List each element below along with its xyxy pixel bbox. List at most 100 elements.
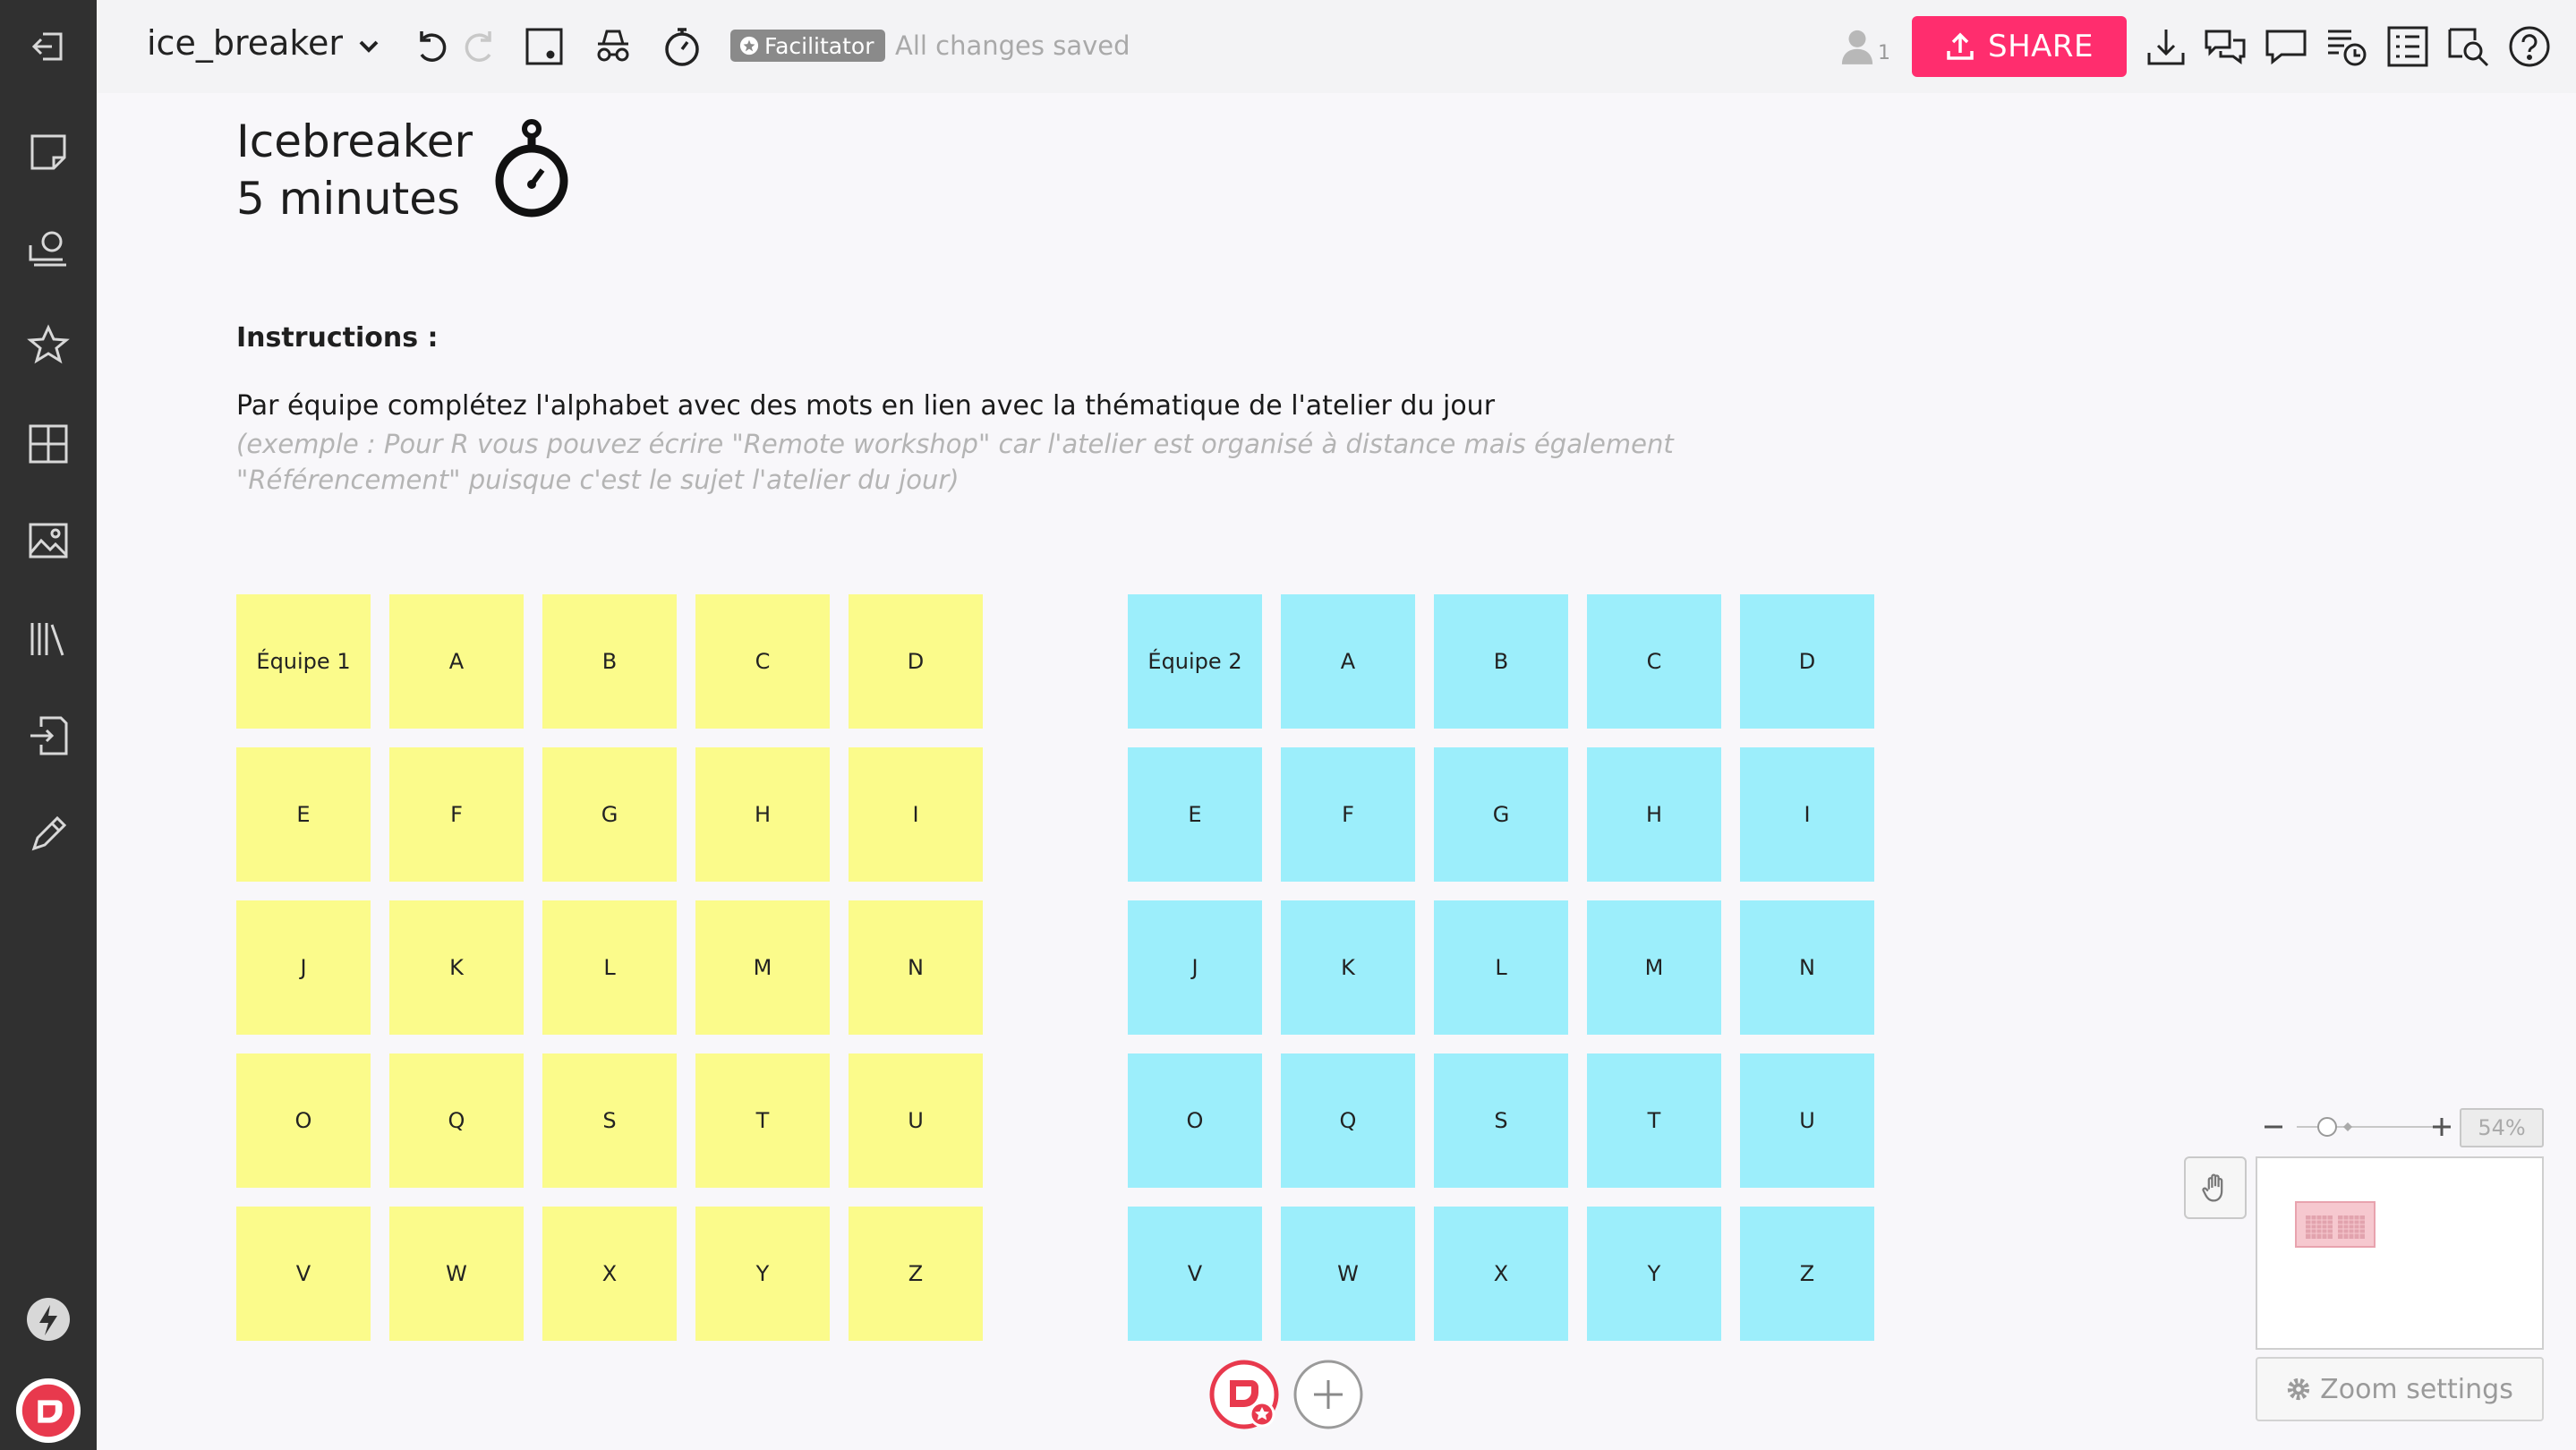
team-2-note[interactable]: A xyxy=(1281,594,1415,729)
team-2-note[interactable]: O xyxy=(1128,1053,1262,1188)
user-icon xyxy=(1841,30,1873,64)
image-icon[interactable] xyxy=(23,516,73,566)
timer-icon[interactable] xyxy=(657,21,707,72)
stopwatch-icon[interactable] xyxy=(490,116,573,220)
team-1-note[interactable]: Y xyxy=(695,1207,830,1341)
focus-mode-icon[interactable] xyxy=(519,21,569,72)
team-1-note[interactable]: K xyxy=(389,900,524,1035)
add-activity-button[interactable] xyxy=(1292,1359,1364,1430)
incognito-icon[interactable] xyxy=(588,21,638,72)
team-2-note[interactable]: F xyxy=(1281,747,1415,882)
minimap-viewport[interactable] xyxy=(2295,1201,2376,1248)
team-2-note[interactable]: T xyxy=(1587,1053,1721,1188)
team-2-note[interactable]: B xyxy=(1434,594,1568,729)
team-2-note[interactable]: V xyxy=(1128,1207,1262,1341)
connected-users[interactable]: 1 xyxy=(1840,27,1890,64)
minimap[interactable] xyxy=(2256,1156,2544,1350)
team-1-note[interactable]: M xyxy=(695,900,830,1035)
team-2-note[interactable]: D xyxy=(1740,594,1874,729)
plus-icon xyxy=(1293,1360,1363,1429)
import-icon[interactable] xyxy=(23,711,73,761)
sticky-note-icon[interactable] xyxy=(23,127,73,177)
comment-icon[interactable] xyxy=(2261,21,2311,72)
undo-icon[interactable] xyxy=(406,21,456,72)
team-1-note[interactable]: D xyxy=(849,594,983,729)
team-1-note[interactable]: J xyxy=(236,900,371,1035)
example-line-1: (exemple : Pour R vous pouvez écrire "Re… xyxy=(236,429,1674,459)
team-1-note[interactable]: F xyxy=(389,747,524,882)
left-sidebar xyxy=(0,0,97,1450)
team-1-note[interactable]: E xyxy=(236,747,371,882)
title-line-2: 5 minutes xyxy=(236,173,461,225)
team-2-note[interactable]: X xyxy=(1434,1207,1568,1341)
team-2-note[interactable]: H xyxy=(1587,747,1721,882)
team-1-note[interactable]: B xyxy=(542,594,677,729)
team-1-note[interactable]: H xyxy=(695,747,830,882)
lightning-icon[interactable] xyxy=(23,1294,73,1344)
star-icon[interactable] xyxy=(23,320,73,371)
team-2-note[interactable]: N xyxy=(1740,900,1874,1035)
team-1-note[interactable]: C xyxy=(695,594,830,729)
team-2-note[interactable]: L xyxy=(1434,900,1568,1035)
board-name[interactable]: ice_breaker xyxy=(147,23,343,63)
example-line-2: "Référencement" puisque c'est le sujet l… xyxy=(236,465,960,495)
pan-hand-button[interactable] xyxy=(2184,1156,2247,1219)
team-1-note[interactable]: W xyxy=(389,1207,524,1341)
team-1-note[interactable]: L xyxy=(542,900,677,1035)
gear-icon xyxy=(2288,1378,2310,1401)
grid-layout-icon[interactable] xyxy=(23,419,73,469)
team-2-title-note[interactable]: Équipe 2 xyxy=(1128,594,1262,729)
chat-icon[interactable] xyxy=(2200,21,2250,72)
team-2-note[interactable]: W xyxy=(1281,1207,1415,1341)
team-2-note[interactable]: Y xyxy=(1587,1207,1721,1341)
team-2-note[interactable]: J xyxy=(1128,900,1262,1035)
team-1-note[interactable]: V xyxy=(236,1207,371,1341)
templates-icon[interactable] xyxy=(23,224,73,274)
share-button[interactable]: SHARE xyxy=(1912,16,2127,77)
upload-icon xyxy=(1947,32,1974,60)
pencil-icon[interactable] xyxy=(23,809,73,859)
team-2-note[interactable]: S xyxy=(1434,1053,1568,1188)
team-1-note[interactable]: O xyxy=(236,1053,371,1188)
chevron-down-icon[interactable] xyxy=(344,21,394,72)
board-title[interactable]: Icebreaker 5 minutes xyxy=(236,113,473,227)
instructions-text[interactable]: Par équipe complétez l'alphabet avec des… xyxy=(236,390,1495,422)
klaxoon-activity-button[interactable] xyxy=(1208,1359,1280,1430)
klaxoon-logo-icon[interactable] xyxy=(14,1377,82,1445)
zoom-in-icon xyxy=(2433,1118,2451,1136)
facilitator-badge[interactable]: Facilitator xyxy=(730,30,885,62)
search-board-icon[interactable] xyxy=(2444,21,2494,72)
team-2-note[interactable]: Q xyxy=(1281,1053,1415,1188)
team-1-note[interactable]: G xyxy=(542,747,677,882)
team-2-note[interactable]: U xyxy=(1740,1053,1874,1188)
team-1-note[interactable]: Z xyxy=(849,1207,983,1341)
team-2-note[interactable]: M xyxy=(1587,900,1721,1035)
download-icon[interactable] xyxy=(2141,21,2191,72)
team-2-note[interactable]: C xyxy=(1587,594,1721,729)
team-2-note[interactable]: G xyxy=(1434,747,1568,882)
team-1-note[interactable]: Q xyxy=(389,1053,524,1188)
zoom-percent[interactable]: 54% xyxy=(2460,1108,2544,1147)
team-1-note[interactable]: N xyxy=(849,900,983,1035)
team-1-note[interactable]: X xyxy=(542,1207,677,1341)
redo-icon[interactable] xyxy=(455,21,505,72)
library-icon[interactable] xyxy=(23,614,73,664)
instructions-example[interactable]: (exemple : Pour R vous pouvez écrire "Re… xyxy=(236,426,1758,498)
team-1-note[interactable]: U xyxy=(849,1053,983,1188)
team-1-note[interactable]: A xyxy=(389,594,524,729)
team-1-title-note[interactable]: Équipe 1 xyxy=(236,594,371,729)
team-2-note[interactable]: I xyxy=(1740,747,1874,882)
help-icon[interactable] xyxy=(2504,21,2555,72)
zoom-settings-button[interactable]: Zoom settings xyxy=(2256,1357,2544,1421)
exit-board-icon[interactable] xyxy=(23,21,73,72)
team-2-note[interactable]: Z xyxy=(1740,1207,1874,1341)
team-1-note[interactable]: T xyxy=(695,1053,830,1188)
team-2-note[interactable]: K xyxy=(1281,900,1415,1035)
top-toolbar: ice_breaker Facilitator All changes save… xyxy=(97,0,2576,93)
team-1-note[interactable]: I xyxy=(849,747,983,882)
team-1-note[interactable]: S xyxy=(542,1053,677,1188)
activity-history-icon[interactable] xyxy=(2322,21,2372,72)
team-2-note[interactable]: E xyxy=(1128,747,1262,882)
instructions-heading[interactable]: Instructions : xyxy=(236,322,439,354)
list-icon[interactable] xyxy=(2383,21,2433,72)
